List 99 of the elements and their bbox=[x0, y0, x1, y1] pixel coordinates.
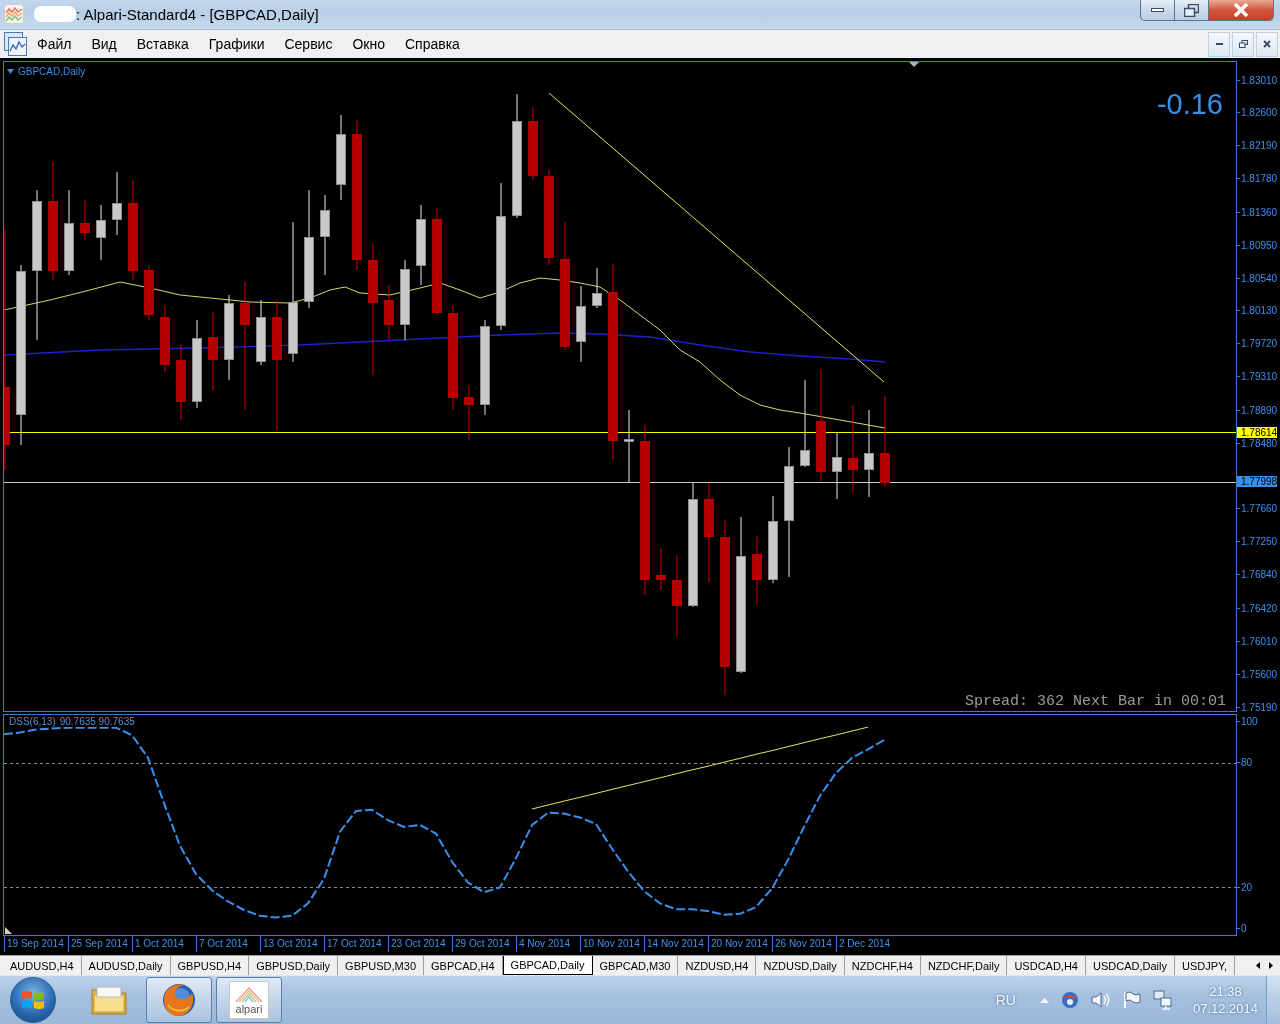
price-axis-label: 1.76010 bbox=[1237, 636, 1278, 647]
price-axis-label: 1.77660 bbox=[1237, 503, 1278, 514]
restore-button[interactable] bbox=[1174, 0, 1209, 21]
menu-item[interactable]: Вставка bbox=[126, 33, 199, 55]
candle bbox=[96, 204, 106, 261]
date-axis-label: 4 Nov 2014 bbox=[516, 936, 571, 952]
price-axis-label: 1.81360 bbox=[1237, 207, 1278, 218]
caret-up-icon bbox=[1039, 997, 1049, 1003]
date-axis-label: 1 Oct 2014 bbox=[132, 936, 184, 952]
date-axis-label: 14 Nov 2014 bbox=[644, 936, 704, 952]
indicator-axis-label: 0 bbox=[1237, 923, 1247, 934]
menu-item[interactable]: Окно bbox=[342, 33, 395, 55]
price-axis-label: 1.80540 bbox=[1237, 273, 1278, 284]
price-axis-label: 1.79720 bbox=[1237, 338, 1278, 349]
candle bbox=[832, 431, 842, 500]
app-icon bbox=[4, 4, 24, 24]
close-icon bbox=[1233, 3, 1249, 17]
candle bbox=[256, 299, 266, 366]
window-title: : Alpari-Standard4 - [GBPCAD,Daily] bbox=[76, 6, 319, 23]
tray-button[interactable] bbox=[1060, 991, 1079, 1009]
minimize-icon bbox=[1215, 43, 1223, 45]
menu-item[interactable]: Графики bbox=[198, 33, 275, 55]
candle bbox=[80, 199, 90, 241]
arrow-right-icon bbox=[1269, 962, 1273, 969]
date-axis-label: 25 Sep 2014 bbox=[68, 936, 128, 952]
price-axis-label: 1.79310 bbox=[1237, 371, 1278, 382]
price-axis-label: 1.81780 bbox=[1237, 173, 1278, 184]
flag-icon bbox=[1122, 991, 1141, 1009]
shift-marker-icon[interactable] bbox=[909, 62, 919, 67]
change-value: -0.16 bbox=[1156, 88, 1223, 121]
start-button[interactable] bbox=[10, 977, 56, 1023]
start-logo-icon bbox=[21, 989, 45, 1011]
indicator-axis-label: 100 bbox=[1237, 716, 1258, 727]
candle bbox=[112, 171, 122, 236]
speaker-icon bbox=[1090, 991, 1111, 1009]
date-axis-label: 23 Oct 2014 bbox=[388, 936, 446, 952]
date-axis-label: 20 Nov 2014 bbox=[708, 936, 768, 952]
taskbar-button[interactable]: alpari bbox=[216, 977, 282, 1023]
candle bbox=[592, 267, 602, 309]
network-icon bbox=[1152, 990, 1173, 1010]
candle bbox=[464, 384, 474, 441]
date-axis-label: 19 Sep 2014 bbox=[4, 936, 64, 952]
restore-icon bbox=[1238, 40, 1248, 48]
price-marker-label: 1.78614 bbox=[1237, 427, 1277, 438]
candle bbox=[656, 547, 666, 591]
price-axis-label: 1.78890 bbox=[1237, 405, 1278, 416]
price-axis-label: 1.83010 bbox=[1237, 75, 1278, 86]
caret-icon[interactable] bbox=[7, 69, 14, 74]
candle bbox=[384, 284, 394, 341]
corner-triangle-icon bbox=[5, 927, 12, 934]
action-center-button[interactable] bbox=[1122, 991, 1141, 1009]
arrow-left-icon bbox=[1256, 962, 1260, 969]
price-axis-label: 1.75190 bbox=[1237, 702, 1278, 713]
folder-icon bbox=[90, 984, 128, 1016]
price-axis-label: 1.82600 bbox=[1237, 107, 1278, 118]
menu-item[interactable]: Вид bbox=[81, 33, 127, 55]
network-button[interactable] bbox=[1152, 990, 1173, 1010]
candle bbox=[160, 304, 170, 373]
menu-item[interactable]: Сервис bbox=[274, 33, 343, 55]
redaction-block bbox=[34, 6, 76, 22]
status-ball-icon bbox=[1060, 991, 1079, 1009]
volume-button[interactable] bbox=[1090, 991, 1111, 1009]
menu-item[interactable]: Файл bbox=[27, 33, 82, 55]
indicator-name: DSS(6,13) bbox=[9, 716, 56, 727]
date-axis-label: 7 Oct 2014 bbox=[196, 936, 248, 952]
price-axis-label: 1.77250 bbox=[1237, 536, 1278, 547]
chevron-lines-icon bbox=[234, 985, 264, 1003]
taskbar-button[interactable] bbox=[146, 977, 212, 1023]
date-axis-label: 2 Dec 2014 bbox=[836, 936, 891, 952]
indicator-axis-label: 80 bbox=[1237, 757, 1253, 768]
price-axis-label: 1.80130 bbox=[1237, 305, 1278, 316]
price-axis-label: 1.76840 bbox=[1237, 569, 1278, 580]
price-axis-label: 1.78480 bbox=[1237, 438, 1278, 449]
date-axis-label: 13 Oct 2014 bbox=[260, 936, 318, 952]
close-button[interactable] bbox=[1208, 0, 1274, 21]
price-axis-label: 1.80950 bbox=[1237, 240, 1278, 251]
chart-tab[interactable]: GBPCAD,Daily bbox=[502, 956, 593, 975]
date-axis-label: 10 Nov 2014 bbox=[580, 936, 640, 952]
price-axis-label: 1.76420 bbox=[1237, 603, 1278, 614]
logo-text: alpari bbox=[235, 1004, 263, 1015]
indicator-readout: 90.7635 90.7635 bbox=[59, 716, 135, 727]
candle bbox=[752, 535, 762, 606]
minimize-icon bbox=[1151, 8, 1164, 12]
spread-status-text: Spread: 362 Next Bar in 00:01 bbox=[964, 693, 1226, 710]
close-icon bbox=[1263, 40, 1271, 48]
minimize-button[interactable] bbox=[1140, 0, 1175, 21]
price-axis-label: 1.82190 bbox=[1237, 140, 1278, 151]
price-marker-label: 1.77998 bbox=[1237, 476, 1277, 487]
candle bbox=[144, 264, 154, 321]
menu-item[interactable]: Справка bbox=[394, 33, 470, 55]
date-axis-label: 26 Nov 2014 bbox=[772, 936, 832, 952]
date-axis-label: 17 Oct 2014 bbox=[324, 936, 382, 952]
price-axis-label: 1.75600 bbox=[1237, 669, 1278, 680]
chart-symbol-label: GBPCAD,Daily bbox=[18, 66, 86, 77]
fox-globe-icon bbox=[162, 983, 196, 1017]
chart-window-icon[interactable] bbox=[4, 32, 27, 56]
restore-icon bbox=[1184, 3, 1199, 17]
indicator-axis-label: 20 bbox=[1237, 882, 1253, 893]
date-axis-label: 29 Oct 2014 bbox=[452, 936, 510, 952]
